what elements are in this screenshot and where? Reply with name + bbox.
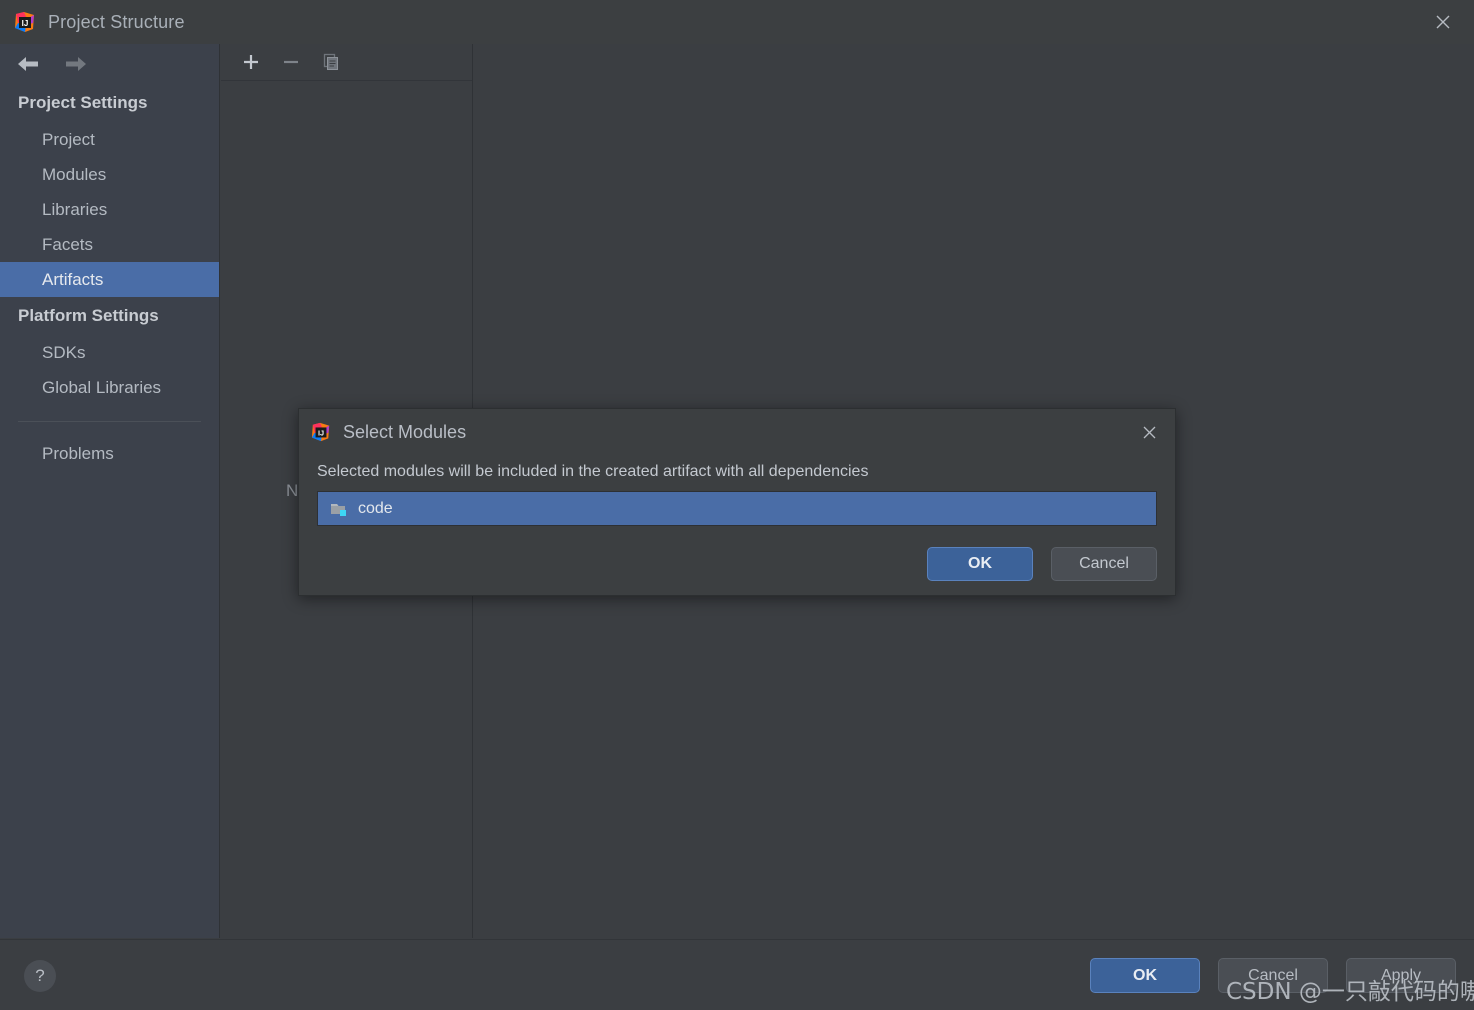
dialog-title-bar: IJ Select Modules [299, 409, 1175, 455]
artifacts-toolbar [221, 44, 472, 81]
intellij-idea-icon: IJ [14, 11, 36, 33]
sidebar-item-modules[interactable]: Modules [0, 157, 219, 192]
sidebar-group-platform-settings: Platform Settings [18, 306, 159, 325]
dialog-actions: OK Cancel [927, 547, 1157, 581]
back-arrow-icon[interactable] [12, 51, 44, 77]
apply-button[interactable]: Apply [1346, 958, 1456, 993]
sidebar-item-project[interactable]: Project [0, 122, 219, 157]
list-item[interactable]: code [318, 492, 1156, 525]
modules-list: code [317, 491, 1157, 526]
module-folder-icon [330, 501, 348, 517]
navigation-arrows [0, 44, 219, 84]
svg-text:IJ: IJ [318, 429, 324, 438]
ok-button[interactable]: OK [1090, 958, 1200, 993]
dialog-cancel-button[interactable]: Cancel [1051, 547, 1157, 581]
sidebar-item-facets[interactable]: Facets [0, 227, 219, 262]
sidebar-divider [18, 421, 201, 422]
svg-text:IJ: IJ [22, 19, 29, 28]
plus-icon[interactable] [239, 50, 263, 74]
cancel-button[interactable]: Cancel [1218, 958, 1328, 993]
close-icon[interactable] [1133, 417, 1165, 447]
settings-sidebar: Project Settings Project Modules Librari… [0, 44, 220, 938]
dialog-ok-button[interactable]: OK [927, 547, 1033, 581]
sidebar-item-problems[interactable]: Problems [0, 436, 219, 471]
sidebar-item-global-libraries[interactable]: Global Libraries [0, 370, 219, 405]
title-bar: IJ Project Structure [0, 0, 1474, 44]
forward-arrow-icon[interactable] [60, 51, 92, 77]
copy-icon[interactable] [319, 50, 343, 74]
dialog-description: Selected modules will be included in the… [317, 463, 869, 480]
close-icon[interactable] [1412, 0, 1474, 44]
help-button[interactable]: ? [24, 960, 56, 992]
sidebar-item-artifacts[interactable]: Artifacts [0, 262, 219, 297]
select-modules-dialog: IJ Select Modules Selected modules will … [298, 408, 1176, 596]
sidebar-item-sdks[interactable]: SDKs [0, 335, 219, 370]
intellij-idea-icon: IJ [311, 422, 331, 442]
minus-icon[interactable] [279, 50, 303, 74]
dialog-title: Select Modules [343, 421, 467, 442]
module-name: code [358, 499, 393, 517]
window-title: Project Structure [48, 11, 185, 32]
footer-actions: OK Cancel Apply [1090, 958, 1456, 993]
project-structure-window: IJ Project Structure Project Settings Pr… [0, 0, 1474, 1010]
sidebar-group-project-settings: Project Settings [18, 93, 148, 112]
sidebar-item-libraries[interactable]: Libraries [0, 192, 219, 227]
